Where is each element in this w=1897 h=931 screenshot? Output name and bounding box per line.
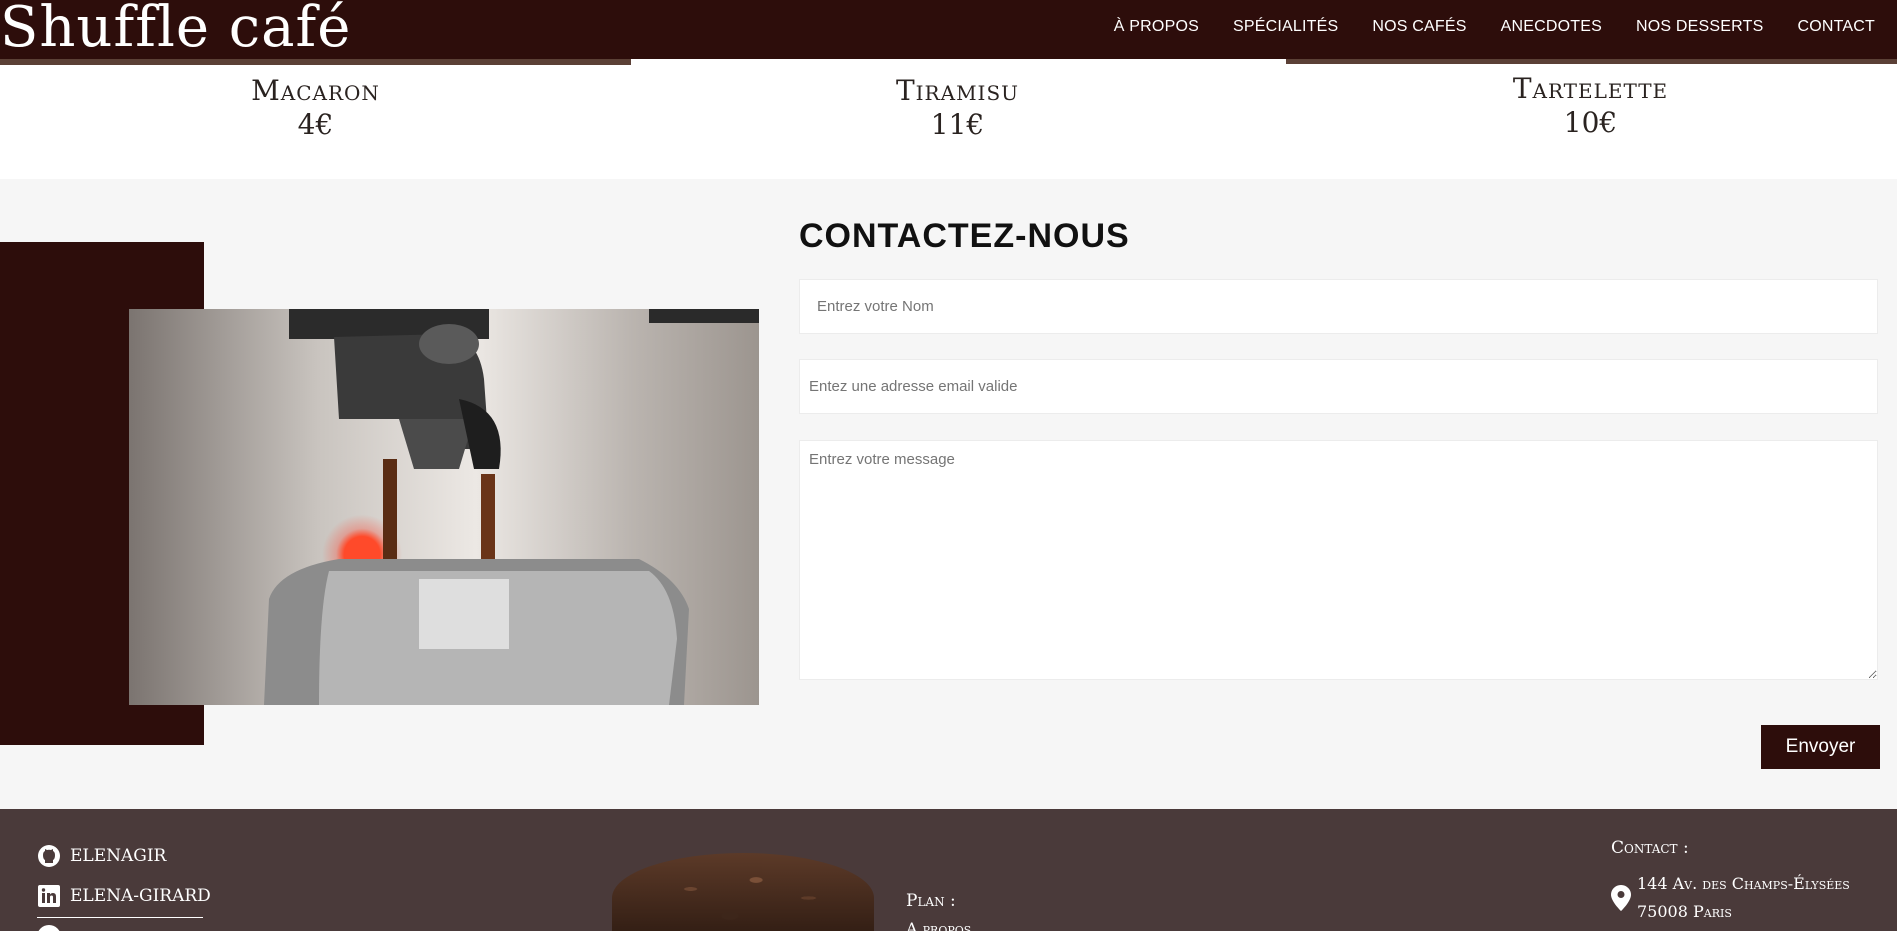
nav-contact[interactable]: CONTACT	[1797, 18, 1875, 36]
dessert-price: 4€	[297, 108, 334, 141]
main-nav: À PROPOS SPÉCIALITÉS NOS CAFÉS ANECDOTES…	[1080, 18, 1875, 36]
email-input[interactable]	[799, 359, 1878, 414]
linkedin-username: elena-girard	[70, 886, 211, 906]
dessert-price: 11€	[930, 108, 985, 141]
site-header: Shuffle café À PROPOS SPÉCIALITÉS NOS CA…	[0, 0, 1897, 60]
contact-title: CONTACTEZ-NOUS	[799, 217, 1130, 255]
social-icon-partial[interactable]	[37, 925, 61, 931]
plan-link-a-propos[interactable]: A propos	[906, 919, 971, 931]
message-textarea[interactable]	[799, 440, 1878, 680]
site-footer: elenagir elena-girard Plan : A propos Co…	[0, 809, 1897, 931]
dessert-name: Tiramisu	[895, 74, 1019, 107]
github-icon	[38, 845, 60, 867]
dessert-name: Tartelette	[1512, 72, 1669, 105]
map-pin-icon	[1611, 885, 1631, 911]
linkedin-link[interactable]: elena-girard	[37, 884, 211, 908]
github-username: elenagir	[70, 846, 167, 866]
brand-logo[interactable]: Shuffle café	[0, 0, 351, 60]
address-line-2: 75008 Paris	[1637, 902, 1732, 921]
footer-address: 144 Av. des Champs-Élysées 75008 Paris	[1637, 870, 1850, 926]
address-line-1: 144 Av. des Champs-Élysées	[1637, 874, 1850, 893]
nav-nos-cafes[interactable]: NOS CAFÉS	[1372, 18, 1466, 36]
github-link[interactable]: elenagir	[37, 844, 166, 868]
nav-anecdotes[interactable]: ANECDOTES	[1501, 18, 1602, 36]
dessert-price: 10€	[1563, 106, 1618, 139]
contact-section: CONTACTEZ-NOUS Envoyer	[0, 179, 1897, 809]
dessert-card: Macaron 4€	[0, 74, 631, 142]
coffee-beans-image	[612, 853, 874, 931]
nav-a-propos[interactable]: À PROPOS	[1114, 18, 1199, 36]
linkedin-icon	[38, 885, 60, 907]
plan-title: Plan :	[906, 891, 956, 911]
dessert-photo-edge	[1286, 59, 1897, 64]
dessert-card: Tartelette 10€	[1284, 72, 1897, 140]
social-divider	[37, 917, 203, 918]
nav-specialites[interactable]: SPÉCIALITÉS	[1233, 18, 1338, 36]
espresso-illustration	[264, 309, 759, 705]
name-input[interactable]	[799, 279, 1878, 334]
dessert-name: Macaron	[251, 74, 380, 107]
nav-nos-desserts[interactable]: NOS DESSERTS	[1636, 18, 1763, 36]
send-button[interactable]: Envoyer	[1761, 725, 1880, 769]
contact-footer-title: Contact :	[1611, 838, 1689, 858]
desserts-strip: Macaron 4€ Tiramisu 11€ Tartelette 10€	[0, 59, 1897, 179]
dessert-card: Tiramisu 11€	[631, 74, 1284, 142]
espresso-machine-photo	[129, 309, 759, 705]
